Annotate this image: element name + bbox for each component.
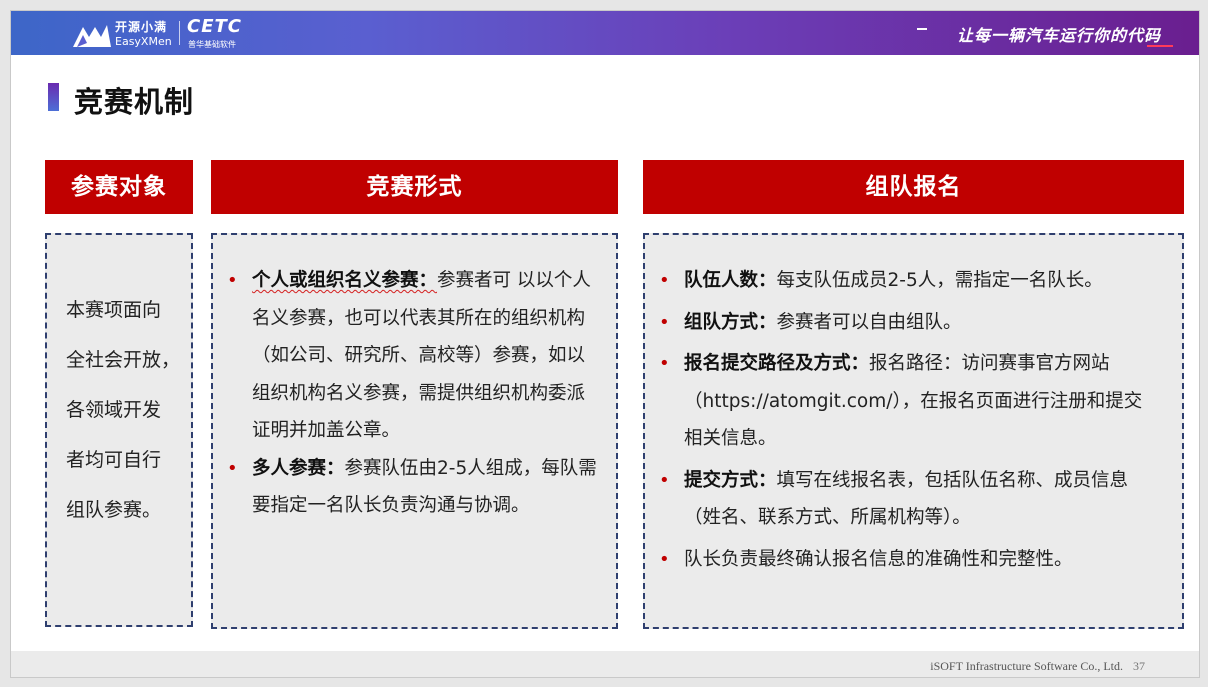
team-box: • 队伍人数：每支队伍成员2-5人，需指定一名队长。 • 组队方式：参赛者可以自… — [643, 233, 1184, 629]
item-keyword: 报名提交路径及方式： — [684, 353, 870, 374]
item-keyword: 队伍人数： — [684, 270, 777, 291]
slogan: 让每一辆汽车运行你的代码 — [956, 26, 1161, 45]
item-text: 参赛者可以自由组队。 — [776, 311, 962, 333]
format-header: 竞赛形式 — [211, 160, 618, 214]
bullet-icon: • — [659, 469, 670, 491]
list-item: • 个人或组织名义参赛：参赛者可 以以个人名义参赛，也可以代表其所在的组织机构（… — [213, 262, 600, 450]
item-keyword: 多人参赛： — [252, 457, 345, 479]
participants-line: 者均可自行 — [66, 449, 162, 471]
participants-header: 参赛对象 — [45, 160, 193, 214]
participants-line: 全社会开放， — [66, 349, 181, 371]
participants-box: 本赛项面向 全社会开放， 各领域开发 者均可自行 组队参赛。 — [45, 233, 193, 627]
slogan-decoration — [917, 28, 927, 30]
item-text: 队长负责最终确认报名信息的准确性和完整性。 — [684, 548, 1073, 570]
footer: iSOFT Infrastructure Software Co., Ltd. … — [11, 651, 1199, 677]
item-text: 每支队伍成员2-5人，需指定一名队长。 — [776, 270, 1103, 291]
cetc-logo: CETC — [187, 16, 242, 37]
bullet-icon: • — [227, 457, 238, 479]
page-title: 竞赛机制 — [74, 85, 195, 119]
bullet-icon: • — [659, 311, 670, 333]
item-keyword: 个人或组织名义参赛： — [252, 270, 438, 291]
list-item: • 队长负责最终确认报名信息的准确性和完整性。 — [645, 541, 1160, 579]
list-item: • 提交方式：填写在线报名表，包括队伍名称、成员信息（姓名、联系方式、所属机构等… — [645, 462, 1160, 537]
team-header: 组队报名 — [643, 160, 1184, 214]
item-keyword: 提交方式： — [684, 469, 777, 491]
participants-line: 本赛项面向 — [66, 299, 162, 321]
title-accent-bar — [48, 83, 59, 111]
list-item: • 报名提交路径及方式：报名路径：访问赛事官方网站（https://atomgi… — [645, 345, 1160, 458]
format-list: • 个人或组织名义参赛：参赛者可 以以个人名义参赛，也可以代表其所在的组织机构（… — [213, 262, 600, 525]
format-box: • 个人或组织名义参赛：参赛者可 以以个人名义参赛，也可以代表其所在的组织机构（… — [211, 233, 618, 629]
item-keyword: 组队方式： — [684, 311, 777, 333]
bullet-icon: • — [659, 548, 670, 570]
slide: 开源小满 EasyXMen CETC 普华基础软件 让每一辆汽车运行你的代码 竞… — [10, 10, 1200, 678]
bullet-icon: • — [659, 270, 670, 291]
bullet-icon: • — [659, 353, 670, 374]
team-list: • 队伍人数：每支队伍成员2-5人，需指定一名队长。 • 组队方式：参赛者可以自… — [645, 262, 1160, 578]
bullet-icon: • — [227, 270, 238, 291]
logo-divider — [179, 21, 180, 45]
cetc-subtitle: 普华基础软件 — [188, 40, 236, 49]
list-item: • 多人参赛：参赛队伍由2-5人组成，每队需要指定一名队长负责沟通与协调。 — [213, 450, 600, 525]
list-item: • 队伍人数：每支队伍成员2-5人，需指定一名队长。 — [645, 262, 1160, 300]
participants-line: 各领域开发 — [66, 399, 162, 421]
easyxmen-logo-icon — [73, 25, 111, 47]
participants-line: 组队参赛。 — [66, 499, 162, 521]
logo-english-name: EasyXMen — [115, 35, 172, 48]
top-banner: 开源小满 EasyXMen CETC 普华基础软件 让每一辆汽车运行你的代码 — [11, 11, 1199, 55]
logo-chinese-name: 开源小满 — [115, 20, 168, 34]
page-number: 37 — [1133, 659, 1145, 673]
slogan-underline — [1147, 45, 1173, 47]
item-text: 参赛者可 以以个人名义参赛，也可以代表其所在的组织机构（如公司、研究所、高校等）… — [252, 270, 591, 441]
list-item: • 组队方式：参赛者可以自由组队。 — [645, 304, 1160, 342]
footer-company: iSOFT Infrastructure Software Co., Ltd. — [930, 659, 1123, 673]
